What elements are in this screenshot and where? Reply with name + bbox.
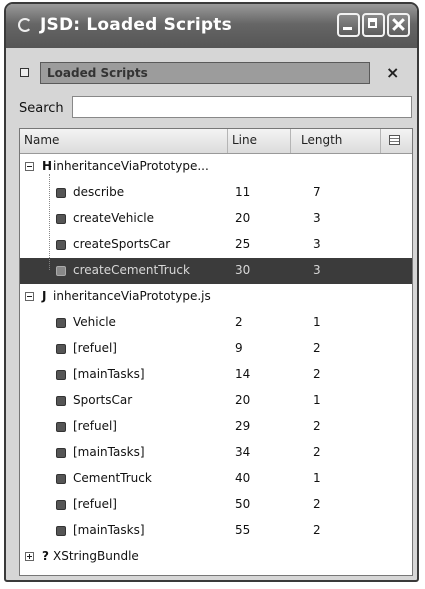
- function-icon: [56, 188, 66, 198]
- title-bar[interactable]: JSD: Loaded Scripts: [6, 4, 417, 48]
- function-line: 14: [235, 367, 251, 381]
- function-length: 3: [313, 237, 321, 251]
- function-icon: [56, 240, 66, 250]
- column-header-name[interactable]: Name: [20, 129, 228, 153]
- function-icon: [56, 422, 66, 432]
- function-row[interactable]: Vehicle 2 1: [20, 310, 412, 336]
- function-icon: [56, 500, 66, 510]
- column-header-row: Name Line Length: [20, 129, 412, 154]
- function-row[interactable]: [refuel] 29 2: [20, 414, 412, 440]
- app-icon: [18, 18, 32, 32]
- function-line: 29: [235, 419, 251, 433]
- function-length: 2: [313, 497, 321, 511]
- close-icon[interactable]: [387, 13, 410, 37]
- function-length: 2: [313, 341, 321, 355]
- script-name: inheritanceViaPrototype.js: [53, 289, 211, 303]
- script-marker: J: [42, 289, 47, 303]
- function-length: 7: [313, 185, 321, 199]
- panel-header: Loaded Scripts ×: [18, 62, 399, 86]
- function-name: createVehicle: [73, 211, 155, 225]
- script-marker: ?: [42, 549, 49, 563]
- function-length: 1: [313, 393, 321, 407]
- scripts-tree[interactable]: Name Line Length HinheritanceViaPrototyp…: [19, 128, 413, 576]
- function-line: 20: [235, 211, 251, 225]
- script-row[interactable]: ? XStringBundle: [20, 544, 412, 570]
- function-row[interactable]: [refuel] 9 2: [20, 336, 412, 362]
- function-name: [refuel]: [73, 419, 117, 433]
- function-length: 3: [313, 263, 321, 277]
- function-row[interactable]: createVehicle 20 3: [20, 206, 412, 232]
- function-icon: [56, 318, 66, 328]
- function-row[interactable]: describe 11 7: [20, 180, 412, 206]
- column-picker-icon[interactable]: [389, 135, 400, 145]
- function-icon: [56, 370, 66, 380]
- collapse-icon[interactable]: [25, 162, 34, 171]
- script-row[interactable]: JinheritanceViaPrototype.js: [20, 284, 412, 310]
- function-row[interactable]: [mainTasks] 55 2: [20, 518, 412, 544]
- function-line: 2: [235, 315, 243, 329]
- function-line: 25: [235, 237, 251, 251]
- function-line: 40: [235, 471, 251, 485]
- function-row[interactable]: [mainTasks] 34 2: [20, 440, 412, 466]
- function-length: 2: [313, 419, 321, 433]
- function-length: 1: [313, 471, 321, 485]
- function-name: createSportsCar: [73, 237, 171, 251]
- function-icon: [56, 266, 66, 276]
- function-icon: [56, 448, 66, 458]
- function-line: 50: [235, 497, 251, 511]
- expand-icon[interactable]: [25, 552, 34, 561]
- function-name: CementTruck: [73, 471, 152, 485]
- function-name: [refuel]: [73, 497, 117, 511]
- maximize-icon[interactable]: [362, 13, 385, 37]
- function-name: createCementTruck: [73, 263, 190, 277]
- function-name: describe: [73, 185, 125, 199]
- script-name: XStringBundle: [53, 549, 139, 563]
- function-length: 2: [313, 445, 321, 459]
- panel-menu-icon[interactable]: [20, 68, 29, 77]
- function-line: 20: [235, 393, 251, 407]
- tab-label: Loaded Scripts: [47, 66, 148, 80]
- search-input[interactable]: [72, 96, 412, 118]
- function-row[interactable]: createSportsCar 25 3: [20, 232, 412, 258]
- function-row[interactable]: SportsCar 20 1: [20, 388, 412, 414]
- function-length: 1: [313, 315, 321, 329]
- tab-loaded-scripts[interactable]: Loaded Scripts: [40, 62, 370, 84]
- column-header-line[interactable]: Line: [228, 129, 291, 153]
- script-marker: H: [42, 159, 53, 173]
- function-name: [mainTasks]: [73, 523, 145, 537]
- function-icon: [56, 344, 66, 354]
- function-row[interactable]: [refuel] 50 2: [20, 492, 412, 518]
- script-row[interactable]: HinheritanceViaPrototype...: [20, 154, 412, 180]
- function-name: [refuel]: [73, 341, 117, 355]
- function-line: 55: [235, 523, 251, 537]
- panel-close-button[interactable]: ×: [386, 63, 399, 82]
- loaded-scripts-window: JSD: Loaded Scripts Loaded Scripts × Sea…: [4, 2, 419, 582]
- function-length: 2: [313, 367, 321, 381]
- tree-connector: [49, 174, 50, 270]
- collapse-icon[interactable]: [25, 292, 34, 301]
- function-icon: [56, 474, 66, 484]
- function-line: 34: [235, 445, 251, 459]
- function-length: 3: [313, 211, 321, 225]
- function-name: SportsCar: [73, 393, 133, 407]
- function-icon: [56, 396, 66, 406]
- function-row[interactable]: [mainTasks] 14 2: [20, 362, 412, 388]
- function-line: 9: [235, 341, 243, 355]
- function-row[interactable]: CementTruck 40 1: [20, 466, 412, 492]
- column-header-length[interactable]: Length: [291, 129, 381, 153]
- function-line: 30: [235, 263, 251, 277]
- function-icon: [56, 526, 66, 536]
- function-row[interactable]: createCementTruck 30 3: [20, 258, 412, 284]
- function-name: [mainTasks]: [73, 367, 145, 381]
- window-title: JSD: Loaded Scripts: [40, 15, 232, 35]
- function-icon: [56, 214, 66, 224]
- function-name: Vehicle: [73, 315, 116, 329]
- function-length: 2: [313, 523, 321, 537]
- minimize-icon[interactable]: [337, 13, 360, 37]
- function-line: 11: [235, 185, 251, 199]
- function-name: [mainTasks]: [73, 445, 145, 459]
- script-name: inheritanceViaPrototype...: [53, 159, 209, 173]
- search-label: Search: [19, 101, 64, 116]
